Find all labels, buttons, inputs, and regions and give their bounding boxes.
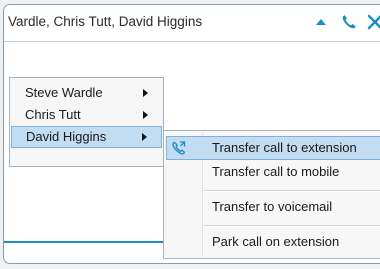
menu-item-transfer-extension[interactable]: Transfer call to extension <box>166 136 380 160</box>
menu-item-chris-tutt[interactable]: Chris Tutt <box>11 104 162 126</box>
window-title: Vardle, Chris Tutt, David Higgins <box>8 14 203 29</box>
menu-item-label: Transfer to voicemail <box>212 199 333 214</box>
menu-item-label: Steve Wardle <box>25 85 103 100</box>
chevron-up-icon[interactable] <box>312 13 330 31</box>
menu-item-label: Chris Tutt <box>25 107 81 122</box>
menu-item-transfer-voicemail[interactable]: Transfer to voicemail <box>166 195 380 219</box>
phone-icon[interactable] <box>340 13 358 31</box>
triangle-right-icon <box>143 89 148 97</box>
menu-item-label: Park call on extension <box>212 234 340 249</box>
menu-item-label: David Higgins <box>26 129 107 144</box>
menu-item-transfer-mobile[interactable]: Transfer call to mobile <box>166 160 380 184</box>
triangle-right-icon <box>143 111 148 119</box>
triangle-right-icon <box>142 133 147 141</box>
phone-transfer-icon <box>171 140 187 156</box>
menu-item-label: Transfer call to mobile <box>212 164 340 179</box>
menu-item-park-call[interactable]: Park call on extension <box>166 230 380 254</box>
transfer-submenu: Transfer call to extension Transfer call… <box>163 130 380 259</box>
contact-menu: Steve Wardle Chris Tutt David Higgins <box>9 77 164 167</box>
close-icon[interactable] <box>366 13 380 31</box>
menu-item-label: Transfer call to extension <box>212 140 357 155</box>
menu-separator-highlight <box>204 226 380 227</box>
menu-item-david-higgins[interactable]: David Higgins <box>11 126 162 148</box>
menu-item-steve-wardle[interactable]: Steve Wardle <box>11 82 162 104</box>
title-bar: Vardle, Chris Tutt, David Higgins <box>4 5 380 42</box>
menu-separator-highlight <box>204 191 380 192</box>
